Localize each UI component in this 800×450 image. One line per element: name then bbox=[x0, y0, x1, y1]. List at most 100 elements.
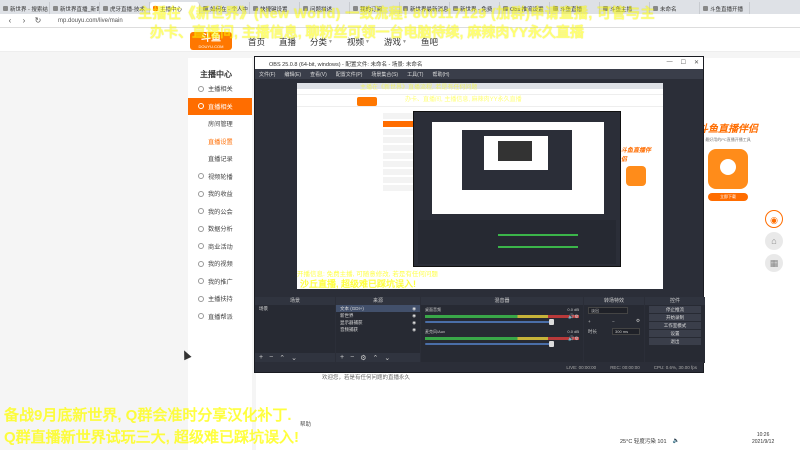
qrcode-icon[interactable]: ▦ bbox=[765, 254, 783, 272]
settings-button[interactable]: 设置 bbox=[649, 330, 701, 337]
live-time: LIVE: 00:00:00 bbox=[566, 365, 597, 370]
megaphone-icon bbox=[198, 278, 204, 285]
mixer-dock: 混音器 桌面音频 0.0 dB 🔊⚙ 麦克风/Aux 0.0 dB 🔊⚙ bbox=[421, 297, 583, 363]
address-bar-url[interactable]: mp.douyu.com/live/main bbox=[58, 18, 123, 24]
floating-actions: ◉ ⌂ ▦ bbox=[765, 210, 783, 272]
overlay-bottom-1: 备战9月底新世界, Q群会准时分享汉化补丁. bbox=[4, 407, 292, 424]
sources-dock: 来源 文本 (GDI+) ◉ 新世界 ◉ 显示器捕获 ◉ 音频捕获 ◉ + − ⚙ ⌃ ⌄ bbox=[336, 297, 420, 363]
sidebar-item-earnings[interactable]: 我的收益 bbox=[188, 185, 252, 203]
clock-date: 2021/9/12 bbox=[752, 439, 775, 445]
obs-menu-item[interactable]: 查看(V) bbox=[310, 71, 327, 79]
sidebar-item-business[interactable]: 商业活动 bbox=[188, 238, 252, 256]
sidebar-item-gang[interactable]: 直播帮派 bbox=[188, 308, 252, 326]
promo-subtitle: 最好用的PC直播开播工具 bbox=[705, 137, 751, 142]
eye-icon[interactable]: ◉ bbox=[412, 306, 416, 312]
obs-menu-item[interactable]: 配置文件(P) bbox=[336, 71, 363, 79]
overlay-bottom-2: Q群直播新世界试玩三大, 超级难已踩坑误入! bbox=[4, 429, 299, 446]
obs-menu-item[interactable]: 工具(T) bbox=[407, 71, 423, 79]
minimize-icon[interactable]: — bbox=[667, 59, 673, 66]
studio-mode-button[interactable]: 工作室模式 bbox=[649, 322, 701, 329]
sidebar-item-my-videos[interactable]: 我的视频 bbox=[188, 255, 252, 273]
sidebar-item-live-records[interactable]: 直播记录 bbox=[188, 150, 252, 168]
sidebar-item-promotion[interactable]: 我的推广 bbox=[188, 273, 252, 291]
home-icon[interactable]: ⌂ bbox=[765, 232, 783, 250]
browser-tab[interactable]: 新世界直播_新世 bbox=[50, 2, 100, 14]
support-icon bbox=[198, 295, 204, 302]
sidebar-item-support[interactable]: 主播扶持 bbox=[188, 290, 252, 308]
speaker-icon[interactable]: 🔊⚙ bbox=[568, 336, 579, 342]
volume-icon[interactable]: 🔈 bbox=[673, 438, 680, 444]
refresh-icon[interactable]: ↻ bbox=[34, 16, 42, 25]
scene-item[interactable]: 场景 bbox=[255, 305, 335, 312]
promo-title: 斗鱼直播伴侣 bbox=[698, 124, 758, 135]
source-item[interactable]: 显示器捕获 ◉ bbox=[336, 319, 420, 326]
obs-menubar: 文件(F) 编辑(E) 查看(V) 配置文件(P) 场景集合(S) 工具(T) 帮助(H) bbox=[255, 69, 703, 79]
weather-text[interactable]: 25°C 轻度污染 101 bbox=[620, 437, 667, 445]
eye-icon[interactable]: ◉ bbox=[412, 327, 416, 333]
source-item[interactable]: 文本 (GDI+) ◉ bbox=[336, 305, 420, 312]
speaker-icon[interactable]: 🔊⚙ bbox=[568, 314, 579, 320]
obs-menu-item[interactable]: 编辑(E) bbox=[284, 71, 301, 79]
source-item[interactable]: 音频捕获 ◉ bbox=[336, 326, 420, 333]
audio-meter bbox=[425, 337, 579, 340]
audio-meter bbox=[425, 315, 579, 318]
duration-input[interactable]: 300 ms bbox=[612, 328, 640, 335]
source-item[interactable]: 新世界 ◉ bbox=[336, 312, 420, 319]
browser-tab[interactable]: 新世界 - 搜索结 bbox=[0, 2, 50, 14]
tab-label: 未命名 bbox=[660, 7, 677, 13]
system-clock[interactable]: 10:26 2021/9/12 bbox=[752, 432, 774, 446]
obs-menu-item[interactable]: 场景集合(S) bbox=[371, 71, 398, 79]
sidebar-item-analytics[interactable]: 数据分析 bbox=[188, 220, 252, 238]
user-icon bbox=[198, 85, 204, 92]
obs-title-text: OBS 25.0.8 (64-bit, windows) - 配置文件: 未命名… bbox=[269, 62, 423, 68]
scenes-header: 场景 bbox=[255, 297, 335, 305]
obs-menu-item[interactable]: 文件(F) bbox=[259, 71, 275, 79]
stop-streaming-button[interactable]: 停止推流 bbox=[649, 306, 701, 313]
nested-logo bbox=[357, 97, 377, 106]
obs-menu-item[interactable]: 帮助(H) bbox=[432, 71, 449, 79]
tab-label: 新世界 - 搜索结 bbox=[10, 7, 48, 13]
remove-icon[interactable]: − bbox=[612, 319, 615, 324]
nested-obs-2 bbox=[462, 130, 572, 190]
nested-obs bbox=[413, 111, 621, 267]
nested-obs-docks bbox=[418, 220, 616, 264]
nested-obs-preview bbox=[432, 122, 604, 214]
sidebar-item-live[interactable]: 直播相关 bbox=[188, 97, 252, 115]
guild-icon bbox=[198, 208, 204, 215]
sidebar-item-room-manage[interactable]: 房间管理 bbox=[188, 115, 252, 133]
go-live-icon[interactable]: ◉ bbox=[765, 210, 783, 228]
exit-button[interactable]: 退出 bbox=[649, 338, 701, 345]
clock-time: 10:26 bbox=[756, 432, 770, 438]
film-icon bbox=[198, 260, 204, 267]
maximize-icon[interactable]: ☐ bbox=[681, 59, 686, 66]
nested-sidebar bbox=[383, 111, 413, 289]
favicon-icon bbox=[103, 6, 108, 11]
sidebar-item-video-carousel[interactable]: 视频轮播 bbox=[188, 168, 252, 186]
close-icon[interactable]: ✕ bbox=[694, 59, 699, 66]
obs-docks: 场景 场景 + − ⌃ ⌄ 来源 文本 (GDI+) ◉ 新世界 ◉ 显示器捕获 ◉ 音频捕… bbox=[255, 297, 705, 363]
download-button[interactable]: 立即下载 bbox=[708, 193, 748, 201]
eye-icon[interactable]: ◉ bbox=[412, 320, 416, 326]
obs-preview[interactable]: 斗鱼直播伴侣 bbox=[297, 83, 663, 289]
volume-slider[interactable] bbox=[425, 319, 555, 325]
mixer-channel: 桌面音频 0.0 dB 🔊⚙ bbox=[421, 305, 583, 327]
favicon-icon bbox=[53, 6, 58, 11]
sidebar-item-live-settings[interactable]: 直播设置 bbox=[188, 133, 252, 151]
browser-tab[interactable]: 未命名 bbox=[650, 2, 700, 14]
volume-slider[interactable] bbox=[425, 341, 555, 347]
sidebar-item-guild[interactable]: 我的公会 bbox=[188, 203, 252, 221]
add-icon[interactable]: + bbox=[588, 319, 591, 324]
transitions-header: 转场特效 bbox=[584, 297, 644, 305]
overlay-banner-top: 主播在《新世界》(New World) 一致流程! 800117129 (加群)… bbox=[138, 5, 656, 21]
sidebar-item-anchor[interactable]: 主播相关 bbox=[188, 80, 252, 98]
transition-select[interactable]: 淡出 bbox=[588, 307, 628, 314]
forward-icon[interactable]: › bbox=[20, 16, 28, 25]
eye-icon[interactable]: ◉ bbox=[412, 313, 416, 319]
overlay-mid-2: 沙丘直播, 超级难已踩坑误入! bbox=[300, 279, 416, 289]
start-recording-button[interactable]: 开始录制 bbox=[649, 314, 701, 321]
browser-tab[interactable]: 斗鱼直播开播 bbox=[700, 2, 750, 14]
logo-subtext: DOUYU.COM bbox=[198, 44, 224, 49]
gear-icon[interactable]: ⚙ bbox=[636, 318, 640, 324]
back-icon[interactable]: ‹ bbox=[6, 16, 14, 25]
controls-header: 控件 bbox=[645, 297, 705, 305]
